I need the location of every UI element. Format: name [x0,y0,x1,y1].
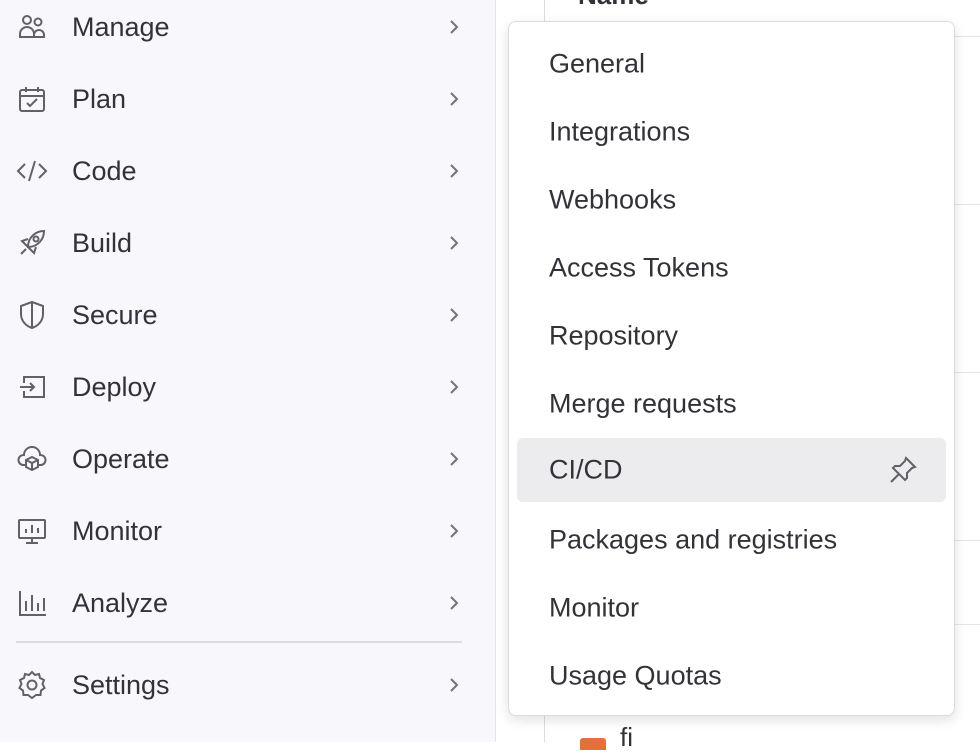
menu-item-repository[interactable]: Repository [517,304,946,368]
file-name[interactable]: fi [620,722,633,753]
menu-item-label: Packages and registries [549,524,838,555]
chevron-right-icon [450,524,459,538]
cloud-cube-icon [16,443,48,475]
menu-item-label: General [549,48,646,79]
shield-icon [16,299,48,331]
sidebar-item-label: Manage [72,11,170,42]
chevron-right-icon [450,236,459,250]
menu-item-label: Repository [549,320,679,351]
sidebar-item-label: Build [72,227,133,258]
chevron-right-icon [450,452,459,466]
menu-item-general[interactable]: General [517,32,946,96]
sidebar-item-analyze[interactable]: Analyze [0,574,495,632]
settings-flyout-menu: General Integrations Webhooks Access Tok… [508,21,955,716]
chart-icon [16,587,48,619]
sidebar-item-deploy[interactable]: Deploy [0,358,495,416]
rocket-icon [16,227,48,259]
menu-item-label: Webhooks [549,184,677,215]
chevron-right-icon [450,92,459,106]
sidebar-item-manage[interactable]: Manage [0,0,495,56]
menu-item-label: Usage Quotas [549,660,722,691]
chevron-right-icon [450,678,459,692]
sidebar-item-label: Operate [72,443,170,474]
deploy-icon [16,371,48,403]
sidebar-item-monitor[interactable]: Monitor [0,502,495,560]
monitor-icon [16,515,48,547]
sidebar: Manage Plan Code Build Secure Deploy Ope… [0,0,496,742]
menu-item-label: Integrations [549,116,691,147]
menu-item-label: CI/CD [549,454,623,485]
sidebar-item-operate[interactable]: Operate [0,430,495,488]
menu-item-access-tokens[interactable]: Access Tokens [517,236,946,300]
sidebar-item-code[interactable]: Code [0,142,495,200]
sidebar-item-secure[interactable]: Secure [0,286,495,344]
sidebar-divider [16,641,462,643]
users-icon [16,11,48,43]
menu-item-packages-and-registries[interactable]: Packages and registries [517,508,946,572]
calendar-icon [16,83,48,115]
menu-item-webhooks[interactable]: Webhooks [517,168,946,232]
sidebar-item-label: Settings [72,669,170,700]
sidebar-item-label: Deploy [72,371,157,402]
code-icon [16,155,48,187]
menu-item-merge-requests[interactable]: Merge requests [517,372,946,436]
menu-item-label: Merge requests [549,388,737,419]
sidebar-item-build[interactable]: Build [0,214,495,272]
gear-icon [16,669,48,701]
chevron-right-icon [450,164,459,178]
chevron-right-icon [450,20,459,34]
sidebar-item-label: Analyze [72,587,169,618]
menu-item-usage-quotas[interactable]: Usage Quotas [517,644,946,708]
menu-item-label: Access Tokens [549,252,729,283]
pin-icon[interactable] [887,454,919,486]
chevron-right-icon [450,308,459,322]
menu-item-label: Monitor [549,592,640,623]
sidebar-item-label: Monitor [72,515,163,546]
chevron-right-icon [450,596,459,610]
sidebar-item-label: Code [72,155,137,186]
column-header-name[interactable]: Name [578,0,649,11]
menu-item-integrations[interactable]: Integrations [517,100,946,164]
sidebar-item-label: Plan [72,83,127,114]
sidebar-item-settings[interactable]: Settings [0,656,495,714]
file-icon [580,738,606,750]
menu-item-monitor[interactable]: Monitor [517,576,946,640]
sidebar-item-plan[interactable]: Plan [0,70,495,128]
sidebar-item-label: Secure [72,299,158,330]
chevron-right-icon [450,380,459,394]
menu-item-ci-cd[interactable]: CI/CD [517,438,946,502]
